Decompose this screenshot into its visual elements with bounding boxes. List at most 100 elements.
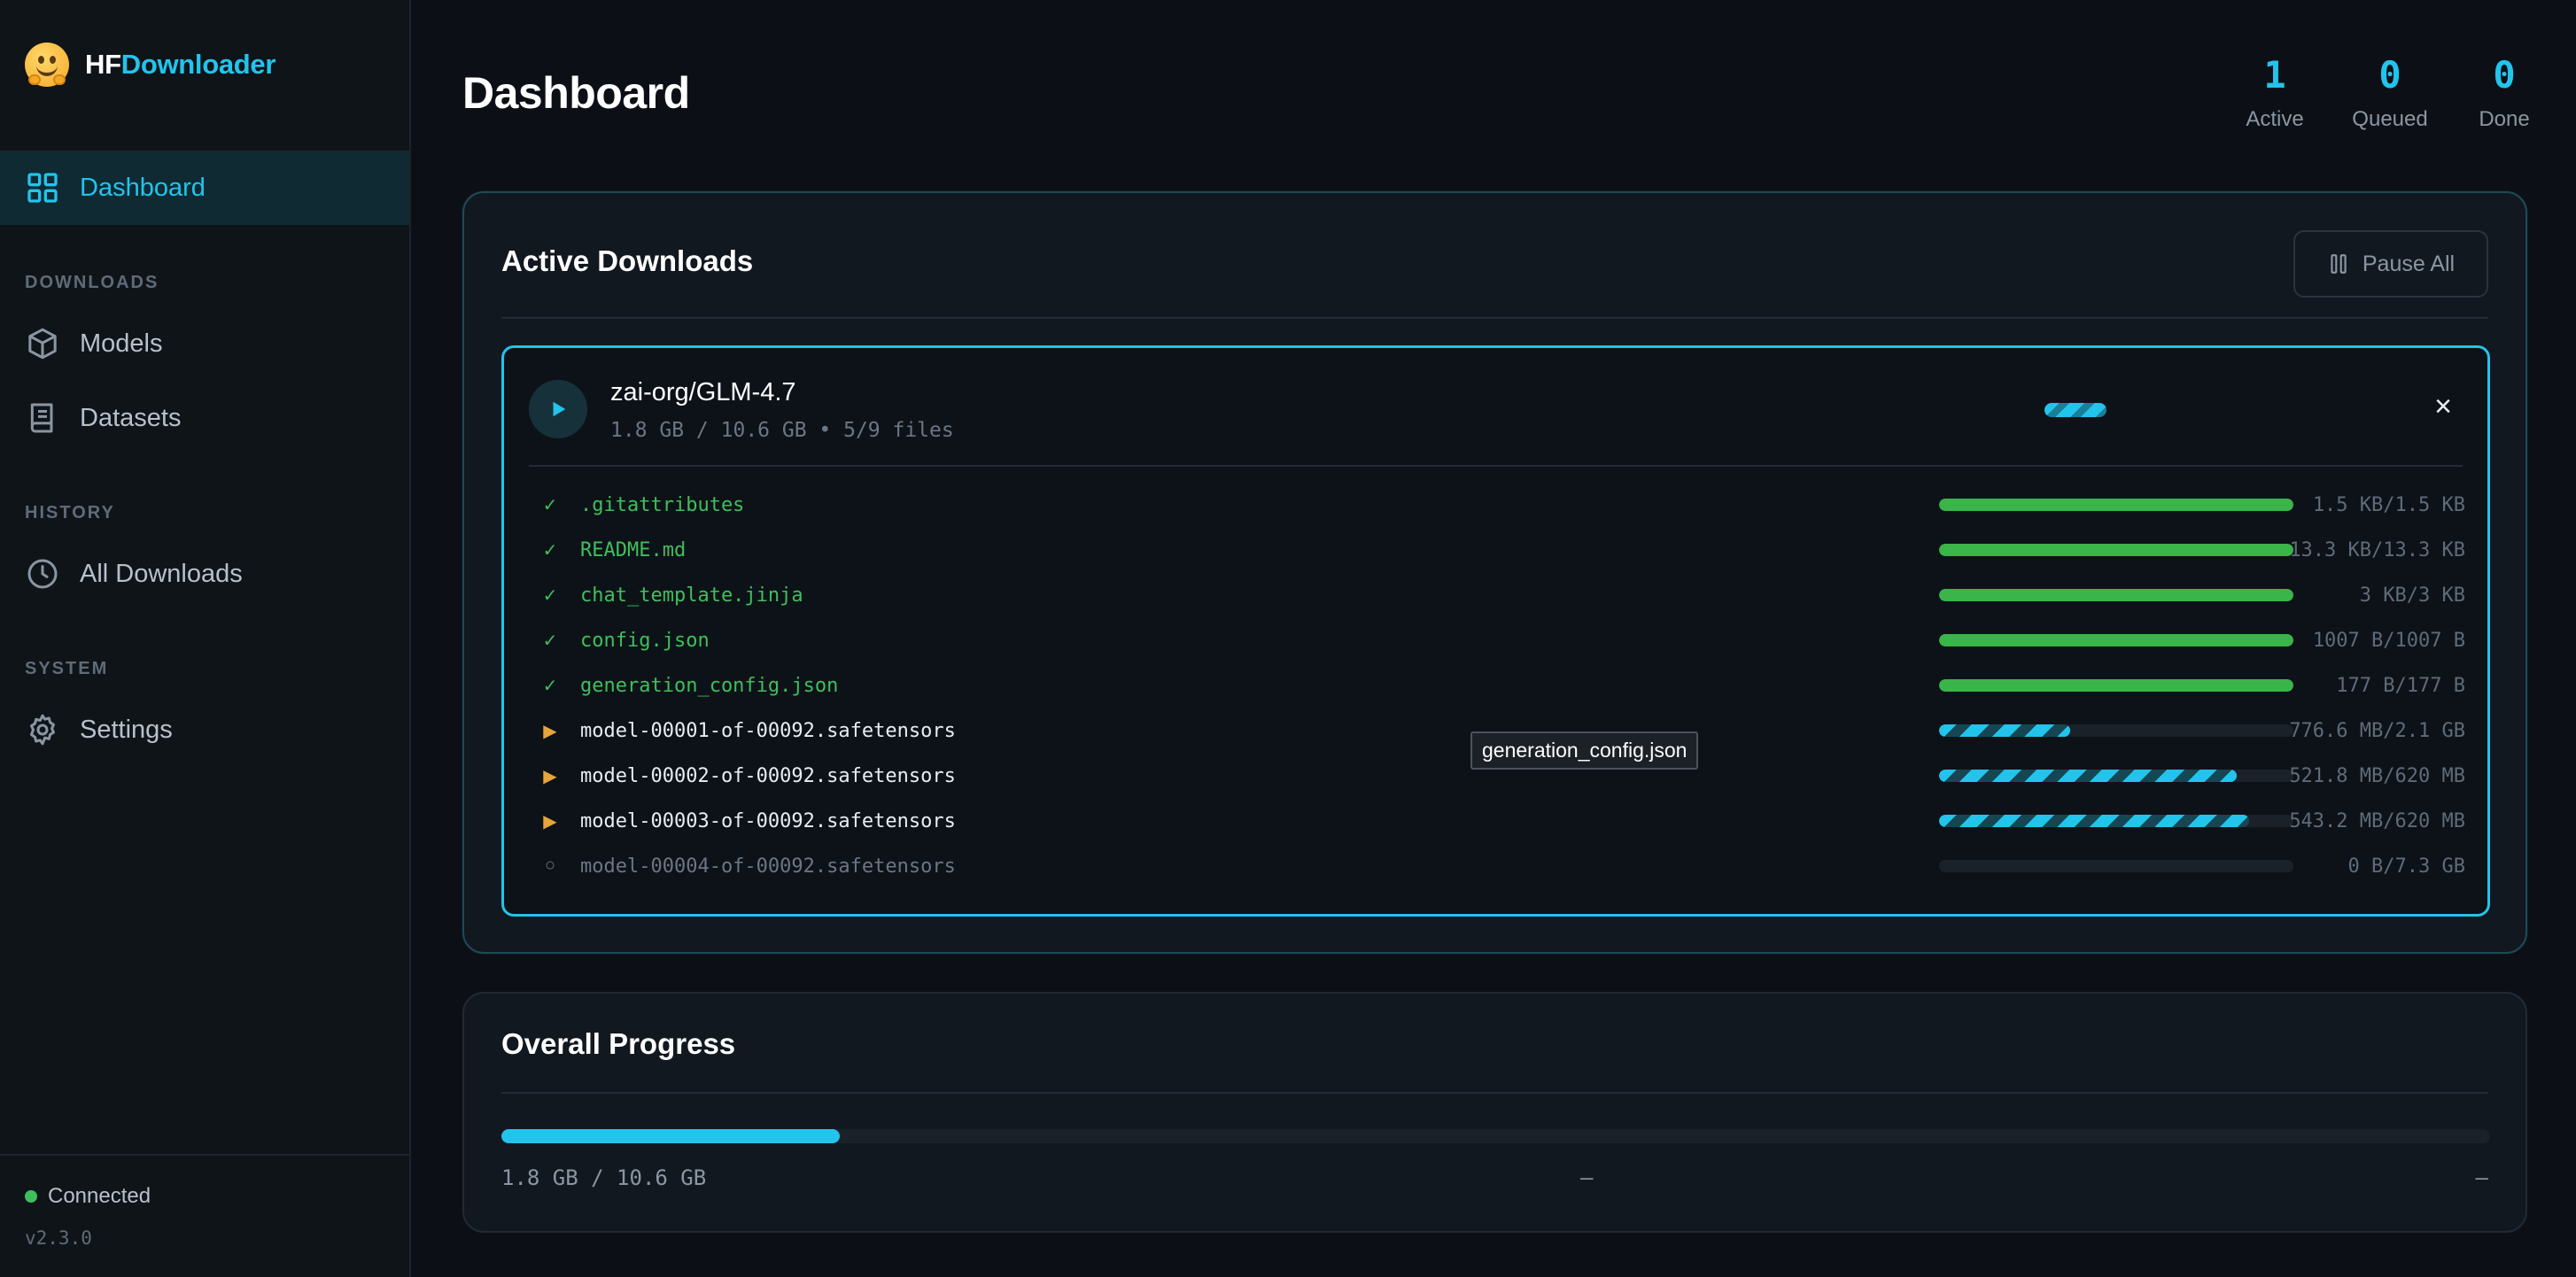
status-dot-icon xyxy=(25,1190,37,1203)
stat-value: 1 xyxy=(2263,53,2286,97)
overall-speed: – xyxy=(1580,1165,1594,1190)
file-progress-fill xyxy=(1939,815,2249,827)
repo-name: zai-org/GLM-4.7 xyxy=(610,378,796,406)
page-title: Dashboard xyxy=(462,68,690,118)
file-progress-fill xyxy=(1939,679,2293,692)
overall-progress-fill xyxy=(501,1129,840,1143)
file-progress-bar xyxy=(1939,544,2293,556)
file-row[interactable]: ▶ model-00003-of-00092.safetensors 543.2 M… xyxy=(529,800,2465,845)
file-size: 776.6 MB/2.1 GB xyxy=(2289,720,2465,742)
tooltip: generation_config.json xyxy=(1470,731,1699,770)
file-progress-bar xyxy=(1939,770,2293,782)
file-progress-bar xyxy=(1939,815,2293,827)
play-icon: ▶ xyxy=(543,767,557,786)
file-size: 543.2 MB/620 MB xyxy=(2289,810,2465,832)
active-downloads-card: Active Downloads Pause All zai-org/GLM-4… xyxy=(462,191,2527,954)
card-title: Overall Progress xyxy=(501,1027,736,1060)
sidebar-item-settings[interactable]: Settings xyxy=(0,693,409,767)
file-name: model-00001-of-00092.safetensors xyxy=(580,720,956,742)
download-item[interactable]: zai-org/GLM-4.7 1.8 GB / 10.6 GB • 5/9 f… xyxy=(501,345,2490,917)
pause-all-label: Pause All xyxy=(2362,251,2456,276)
check-icon: ✓ xyxy=(542,586,558,606)
nav-section-system: SYSTEM xyxy=(25,659,109,678)
sidebar-item-all-downloads[interactable]: All Downloads xyxy=(0,537,409,611)
file-row[interactable]: ✓ .gitattributes 1.5 KB/1.5 KB xyxy=(529,484,2465,529)
pause-icon xyxy=(2331,254,2347,274)
stat-label: Done xyxy=(2479,107,2530,131)
check-icon: ✓ xyxy=(542,496,558,515)
file-name: model-00004-of-00092.safetensors xyxy=(580,855,956,878)
sidebar-item-dashboard[interactable]: Dashboard xyxy=(0,151,409,225)
file-row[interactable]: ○ model-00004-of-00092.safetensors 0 B/7.3… xyxy=(529,845,2465,890)
cube-icon xyxy=(28,328,57,360)
book-icon xyxy=(30,403,53,433)
file-name: model-00003-of-00092.safetensors xyxy=(580,810,956,832)
nav-section-downloads: DOWNLOADS xyxy=(25,273,159,292)
nav-section-history: HISTORY xyxy=(25,503,115,522)
file-size: 521.8 MB/620 MB xyxy=(2289,765,2465,787)
file-name: .gitattributes xyxy=(580,494,745,516)
grid-icon xyxy=(27,173,58,203)
file-progress-bar xyxy=(1939,589,2293,601)
file-row[interactable]: ✓ chat_template.jinja 3 KB/3 KB xyxy=(529,574,2465,619)
file-progress-bar xyxy=(1939,724,2293,737)
overall-progress-bar xyxy=(501,1129,2490,1143)
file-name: chat_template.jinja xyxy=(580,584,803,607)
file-row[interactable]: ✓ config.json 1007 B/1007 B xyxy=(529,619,2465,664)
status-label: Connected xyxy=(48,1184,151,1208)
play-icon: ▶ xyxy=(543,812,557,832)
file-size: 13.3 KB/13.3 KB xyxy=(2289,539,2465,561)
file-size: 177 B/177 B xyxy=(2336,675,2465,697)
card-divider xyxy=(501,1092,2488,1094)
pending-circle-icon: ○ xyxy=(544,855,556,875)
repo-progress-bar xyxy=(2045,403,2107,417)
gear-icon xyxy=(30,714,55,746)
hugging-face-emoji-icon xyxy=(25,43,69,87)
check-icon: ✓ xyxy=(542,631,558,651)
stat-queued: 0 Queued xyxy=(2349,53,2431,132)
stat-done: 0 Done xyxy=(2475,53,2533,132)
sidebar: HFDownloader Dashboard DOWNLOADS Models … xyxy=(0,0,411,1277)
stat-label: Active xyxy=(2246,107,2304,131)
connection-status: Connected xyxy=(25,1184,151,1209)
pause-all-button[interactable]: Pause All xyxy=(2293,230,2488,298)
file-row[interactable]: ✓ README.md 13.3 KB/13.3 KB xyxy=(529,529,2465,574)
file-name: config.json xyxy=(580,630,710,652)
stat-value: 0 xyxy=(2378,53,2401,97)
file-size: 1.5 KB/1.5 KB xyxy=(2312,494,2465,516)
download-divider xyxy=(529,465,2463,467)
sidebar-item-models[interactable]: Models xyxy=(0,306,409,381)
brand-name: HFDownloader xyxy=(85,49,276,80)
check-icon: ✓ xyxy=(542,677,558,696)
stat-active: 1 Active xyxy=(2245,53,2305,132)
file-row[interactable]: ✓ generation_config.json 177 B/177 B xyxy=(529,664,2465,709)
sidebar-divider xyxy=(0,1154,409,1156)
sidebar-item-label: Datasets xyxy=(80,403,182,432)
resume-button[interactable] xyxy=(529,380,587,438)
file-progress-fill xyxy=(1939,544,2293,556)
overall-eta: – xyxy=(2475,1165,2488,1190)
file-progress-bar xyxy=(1939,499,2293,511)
card-title: Active Downloads xyxy=(501,244,754,277)
file-name: model-00002-of-00092.safetensors xyxy=(580,765,956,787)
sidebar-item-label: All Downloads xyxy=(80,559,243,588)
file-size: 1007 B/1007 B xyxy=(2312,630,2465,652)
sidebar-item-label: Models xyxy=(80,329,163,358)
file-progress-fill xyxy=(1939,724,2070,737)
file-progress-fill xyxy=(1939,634,2293,646)
file-progress-fill xyxy=(1939,770,2237,782)
card-divider xyxy=(501,317,2488,319)
app-version: v2.3.0 xyxy=(25,1227,92,1249)
stat-value: 0 xyxy=(2493,53,2516,97)
brand-logo[interactable]: HFDownloader xyxy=(25,43,275,87)
file-progress-bar xyxy=(1939,860,2293,872)
sidebar-item-label: Dashboard xyxy=(80,173,206,202)
clock-icon xyxy=(27,559,58,589)
overall-size: 1.8 GB / 10.6 GB xyxy=(501,1165,707,1190)
file-name: README.md xyxy=(580,539,687,561)
close-icon[interactable]: × xyxy=(2425,389,2461,424)
file-size: 0 B/7.3 GB xyxy=(2347,855,2465,878)
file-size: 3 KB/3 KB xyxy=(2359,584,2465,607)
stat-label: Queued xyxy=(2352,107,2428,131)
sidebar-item-datasets[interactable]: Datasets xyxy=(0,381,409,455)
